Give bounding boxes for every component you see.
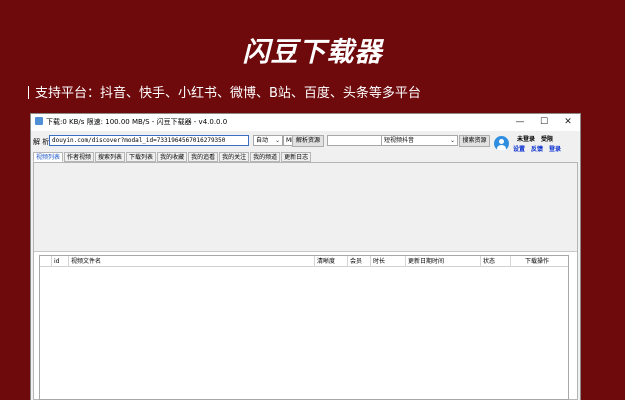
title-bar: 下载:0 KB/s 限速: 100.00 MB/S - 闪豆下载器 - v4.0… xyxy=(31,114,580,131)
chevron-down-icon: ⌄ xyxy=(449,137,455,144)
settings-link[interactable]: 设置 xyxy=(513,144,525,153)
parse-button[interactable]: 解析资源 xyxy=(292,135,324,147)
tab-followed[interactable]: 我的关注 xyxy=(219,152,250,162)
url-input[interactable]: douyin.com/discover?modal_id=73319645670… xyxy=(49,135,249,146)
tab-favorites[interactable]: 我的收藏 xyxy=(157,152,188,162)
search-button[interactable]: 搜索资源 xyxy=(459,135,490,147)
login-status: 未登录 xyxy=(517,136,536,143)
video-table[interactable]: id 视频文件名 清晰度 会员 时长 更新日期时间 状态 下载操作 xyxy=(39,255,569,400)
promo-title: 闪豆下载器 xyxy=(242,37,383,68)
preview-area xyxy=(34,163,577,252)
close-button[interactable]: ✕ xyxy=(556,114,580,131)
tab-search-list[interactable]: 搜索列表 xyxy=(95,152,126,162)
mode-select[interactable]: 自动 ⌄ xyxy=(253,135,283,146)
chevron-down-icon: ⌄ xyxy=(274,137,280,144)
mode-select-value: 自动 xyxy=(256,137,269,144)
login-link[interactable]: 登录 xyxy=(549,144,561,153)
column-updated[interactable]: 更新日期时间 xyxy=(406,256,481,267)
column-resolution[interactable]: 清晰度 xyxy=(315,256,348,267)
app-icon xyxy=(35,117,43,125)
column-member[interactable]: 会员 xyxy=(348,256,371,267)
tab-download-list[interactable]: 下载列表 xyxy=(126,152,157,162)
window-title: 下载:0 KB/s 限速: 100.00 MB/S - 闪豆下载器 - v4.0… xyxy=(46,118,228,126)
search-platform-value: 短视频抖音 xyxy=(384,137,415,144)
promo-subtitle-text: 支持平台：抖音、快手、小红书、微博、B站、百度、头条等多平台 xyxy=(35,86,421,101)
toolbar: 解 析 douyin.com/discover?modal_id=7331964… xyxy=(31,131,580,153)
tab-channels[interactable]: 我的频道 xyxy=(250,152,281,162)
column-status[interactable]: 状态 xyxy=(481,256,511,267)
tab-following-shows[interactable]: 我的追看 xyxy=(188,152,219,162)
minimize-button[interactable]: — xyxy=(508,114,532,131)
search-platform-select[interactable]: 短视频抖音 ⌄ xyxy=(381,135,458,146)
avatar[interactable] xyxy=(494,136,509,151)
maximize-button[interactable]: ☐ xyxy=(532,114,556,131)
feedback-link[interactable]: 反馈 xyxy=(531,144,543,153)
tab-changelog[interactable]: 更新日志 xyxy=(281,152,312,162)
tab-video-list[interactable]: 视频列表 xyxy=(33,152,64,162)
account-level: 受限 xyxy=(541,136,554,143)
column-id[interactable]: id xyxy=(52,256,69,267)
app-window: 下载:0 KB/s 限速: 100.00 MB/S - 闪豆下载器 - v4.0… xyxy=(30,113,581,400)
parse-label: 解 析 xyxy=(33,138,50,146)
column-duration[interactable]: 时长 xyxy=(371,256,406,267)
tab-panel: id 视频文件名 清晰度 会员 时长 更新日期时间 状态 下载操作 xyxy=(33,162,578,400)
table-header: id 视频文件名 清晰度 会员 时长 更新日期时间 状态 下载操作 xyxy=(40,256,568,267)
window-controls: — ☐ ✕ xyxy=(508,114,580,131)
subtitle-bar xyxy=(28,86,29,99)
column-filename[interactable]: 视频文件名 xyxy=(69,256,315,267)
column-download[interactable]: 下载操作 xyxy=(511,256,568,267)
tab-author-videos[interactable]: 作者视频 xyxy=(64,152,95,162)
column-select[interactable] xyxy=(40,256,52,267)
promo-subtitle: 支持平台：抖音、快手、小红书、微博、B站、百度、头条等多平台 xyxy=(28,82,421,101)
